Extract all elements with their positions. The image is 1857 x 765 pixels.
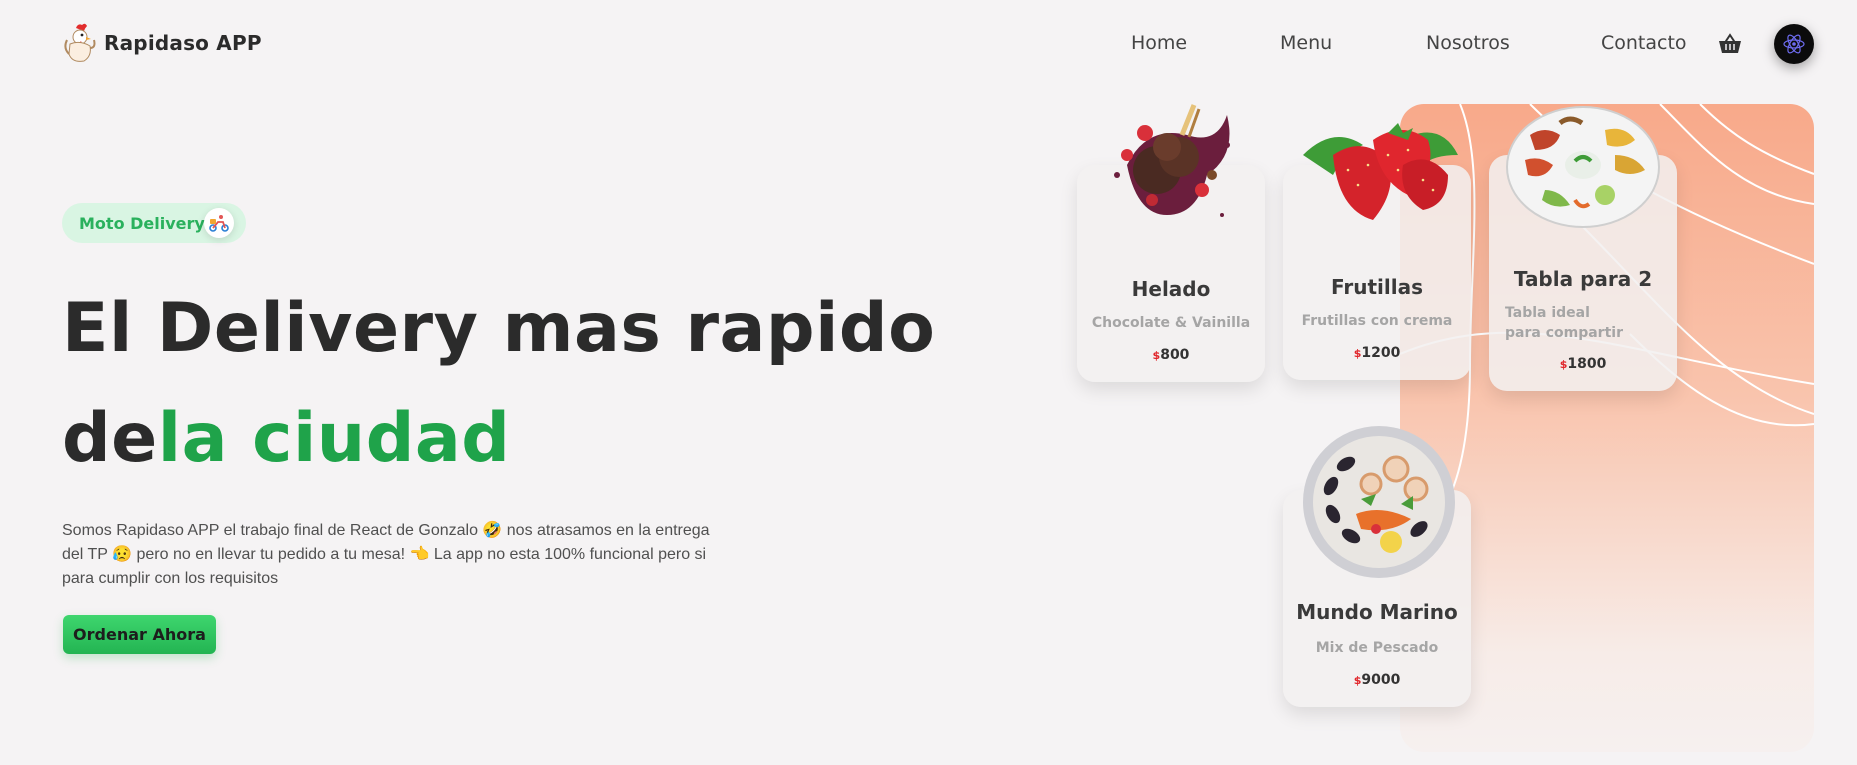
product-name: Frutillas: [1330, 275, 1423, 299]
order-now-button[interactable]: Ordenar Ahora: [63, 615, 216, 654]
ice-cream-image: [1114, 104, 1230, 217]
product-price: $9000: [1283, 672, 1471, 688]
product-name: Tabla para 2: [1513, 267, 1653, 291]
product-description: Tabla ideal para compartir: [1505, 305, 1623, 341]
product-description: Mix de Pescado: [1315, 640, 1439, 656]
product-price: $1800: [1489, 356, 1677, 372]
platter-image: [1506, 106, 1660, 228]
product-name: Helado: [1131, 277, 1211, 301]
nav-home[interactable]: Home: [1131, 32, 1187, 54]
product-name: Mundo Marino: [1296, 600, 1458, 624]
price-value: 1200: [1361, 345, 1401, 361]
price-value: 1800: [1567, 356, 1607, 372]
react-logo-icon: [1783, 34, 1805, 54]
product-card[interactable]: Helado Chocolate & Vainilla $800: [1077, 104, 1265, 382]
headline-green: la ciudad: [157, 399, 511, 478]
product-price: $800: [1077, 347, 1265, 363]
delivery-badge: Moto Delivery: [62, 203, 246, 243]
nav-menu[interactable]: Menu: [1280, 32, 1332, 54]
main-nav: Home Menu Nosotros Contacto: [0, 32, 1857, 56]
basket-icon[interactable]: [1717, 33, 1743, 55]
price-value: 9000: [1361, 672, 1401, 688]
product-price: $1200: [1283, 345, 1471, 361]
hero-headline: El Delivery mas rapido dela ciudad: [62, 274, 962, 494]
product-description: Frutillas con crema: [1301, 313, 1453, 329]
headline-dark: de: [62, 399, 158, 478]
nav-nosotros[interactable]: Nosotros: [1426, 32, 1510, 54]
header: Rapidaso APP Home Menu Nosotros Contacto: [0, 0, 1857, 90]
product-card[interactable]: Frutillas Frutillas con crema $1200: [1283, 123, 1471, 380]
badge-label: Moto Delivery: [79, 213, 205, 233]
price-value: 800: [1160, 347, 1190, 363]
scooter-icon: [204, 208, 234, 238]
user-avatar[interactable]: [1774, 24, 1814, 64]
product-card[interactable]: Mundo Marino Mix de Pescado $9000: [1283, 426, 1471, 707]
product-card[interactable]: Tabla para 2 Tabla ideal para compartir …: [1489, 106, 1677, 391]
seafood-image: [1303, 426, 1455, 578]
headline-line1: El Delivery mas rapido: [62, 289, 936, 368]
nav-contacto[interactable]: Contacto: [1601, 32, 1687, 54]
hero-description: Somos Rapidaso APP el trabajo final de R…: [62, 522, 710, 587]
strawberries-image: [1303, 123, 1458, 220]
product-description: Chocolate & Vainilla: [1091, 315, 1251, 331]
